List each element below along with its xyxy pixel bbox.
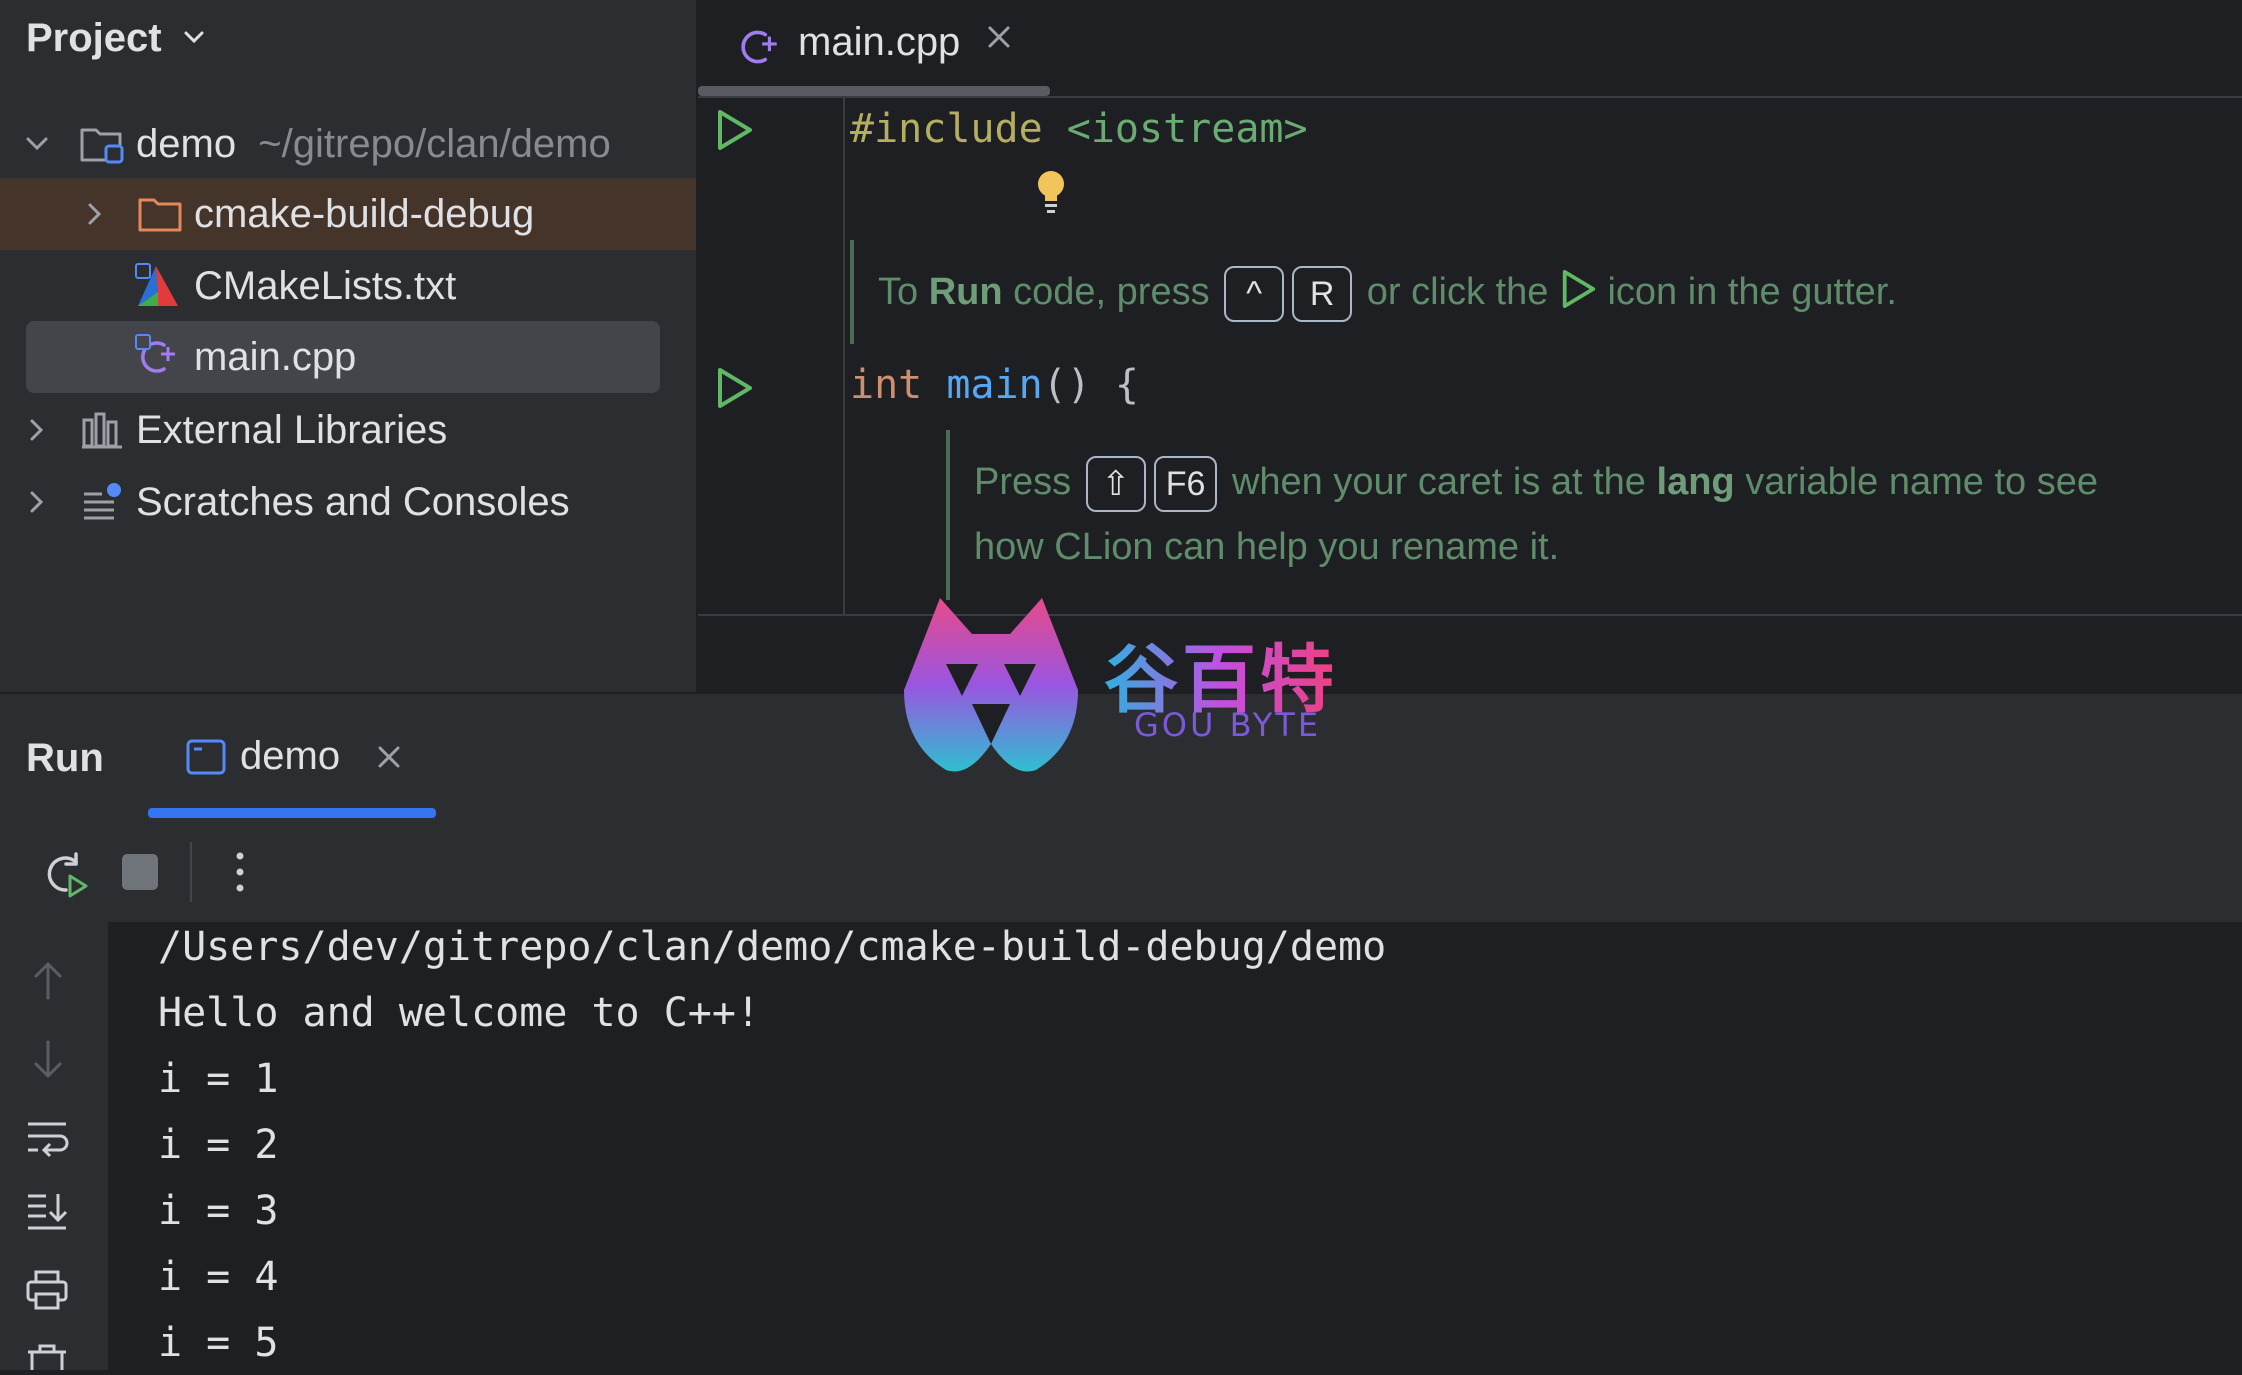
chevron-right-icon[interactable] [80,199,110,229]
print-icon[interactable] [24,1268,70,1317]
key-f6: F6 [1153,456,1218,512]
doc-comment-rename: Press ⇧ F6 when your caret is at the lang… [974,456,2098,512]
chevron-right-icon[interactable] [22,415,52,445]
library-icon [78,406,126,454]
doc-comment-run: To Run code, press ^ R or click the icon … [878,266,1897,322]
rerun-icon[interactable] [40,848,90,903]
console-line: /Users/dev/gitrepo/clan/demo/cmake-build… [158,924,1387,970]
chevron-right-icon[interactable] [22,487,52,517]
console-line: i = 4 [158,1254,279,1300]
tree-label-cmakelists: CMakeLists.txt [194,263,457,308]
watermark-logo-icon [896,594,1086,779]
more-options-icon[interactable] [230,850,250,899]
run-icon [1559,268,1597,320]
tree-label-cmake-build-debug: cmake-build-debug [194,191,535,236]
run-tab-label: demo [240,734,341,778]
run-panel-title: Run [26,736,104,780]
watermark-text-en: GOU BYTE [1134,706,1322,744]
tree-label-demo: demo ~/gitrepo/clan/demo [136,121,611,166]
doc-comment-bar [850,240,854,344]
console-line: i = 1 [158,1056,279,1102]
run-toolbar [0,818,2242,922]
project-panel-header[interactable]: Project [26,12,208,64]
editor-tab-main-cpp[interactable]: main.cpp [698,0,1050,96]
run-gutter-icon[interactable] [714,366,754,415]
editor-tab-indicator [698,86,1050,96]
excluded-folder-icon [136,190,184,238]
tree-row-cmakelists[interactable]: CMakeLists.txt [0,250,696,322]
cpp-file-icon [734,22,784,77]
lightbulb-icon[interactable] [1034,168,1068,221]
tree-row-scratches[interactable]: Scratches and Consoles [0,466,696,538]
scroll-to-end-icon[interactable] [24,1190,70,1237]
editor-tab-label: main.cpp [798,20,961,64]
tree-row-external-libraries[interactable]: External Libraries [0,394,696,466]
run-tab-indicator [148,808,436,818]
run-gutter-icon[interactable] [714,108,754,157]
cpp-file-icon [134,333,182,381]
code-include-file: <iostream> [1066,106,1308,152]
close-icon[interactable] [374,742,404,777]
soft-wrap-icon[interactable] [24,1118,70,1163]
tree-label-scratches: Scratches and Consoles [136,479,570,524]
code-main-function: main [946,362,1043,408]
tree-label-main-cpp: main.cpp [194,334,357,379]
key-r: R [1292,266,1353,322]
scratches-icon [78,478,126,526]
tree-label-external-libraries: External Libraries [136,407,448,452]
console-icon [186,738,226,781]
chevron-down-icon [180,16,208,61]
code-include-keyword: #include [850,106,1043,152]
key-ctrl: ^ [1224,266,1285,322]
run-tab-demo[interactable]: demo [148,700,436,816]
project-title: Project [26,15,162,60]
toolbar-separator [190,842,192,902]
project-path: ~/gitrepo/clan/demo [258,121,611,166]
tree-row-demo[interactable]: demo ~/gitrepo/clan/demo [0,108,696,180]
close-icon[interactable] [984,22,1014,57]
tree-row-main-cpp[interactable]: main.cpp [0,321,696,393]
scroll-down-icon[interactable] [28,1038,68,1087]
chevron-down-icon[interactable] [22,129,52,159]
doc-comment-bar [946,430,950,600]
code-line-include[interactable]: #include <iostream> [850,106,1308,152]
console-line: i = 3 [158,1188,279,1234]
tree-row-cmake-build-debug[interactable]: cmake-build-debug [0,178,696,250]
code-main-rest: () { [1042,362,1139,408]
trash-icon[interactable] [24,1344,70,1375]
code-line-main[interactable]: int main() { [850,362,1139,408]
code-int-keyword: int [850,362,923,408]
console-line: i = 2 [158,1122,279,1168]
key-shift: ⇧ [1085,456,1146,512]
stop-icon[interactable] [122,854,158,890]
scroll-up-icon[interactable] [28,958,68,1007]
console-line: i = 5 [158,1320,279,1366]
console-line: Hello and welcome to C++! [158,990,761,1036]
cmake-file-icon [134,262,182,310]
gutter-divider [843,96,845,614]
doc-comment-rename-line2: how CLion can help you rename it. [974,526,1560,568]
module-folder-icon [78,120,126,168]
